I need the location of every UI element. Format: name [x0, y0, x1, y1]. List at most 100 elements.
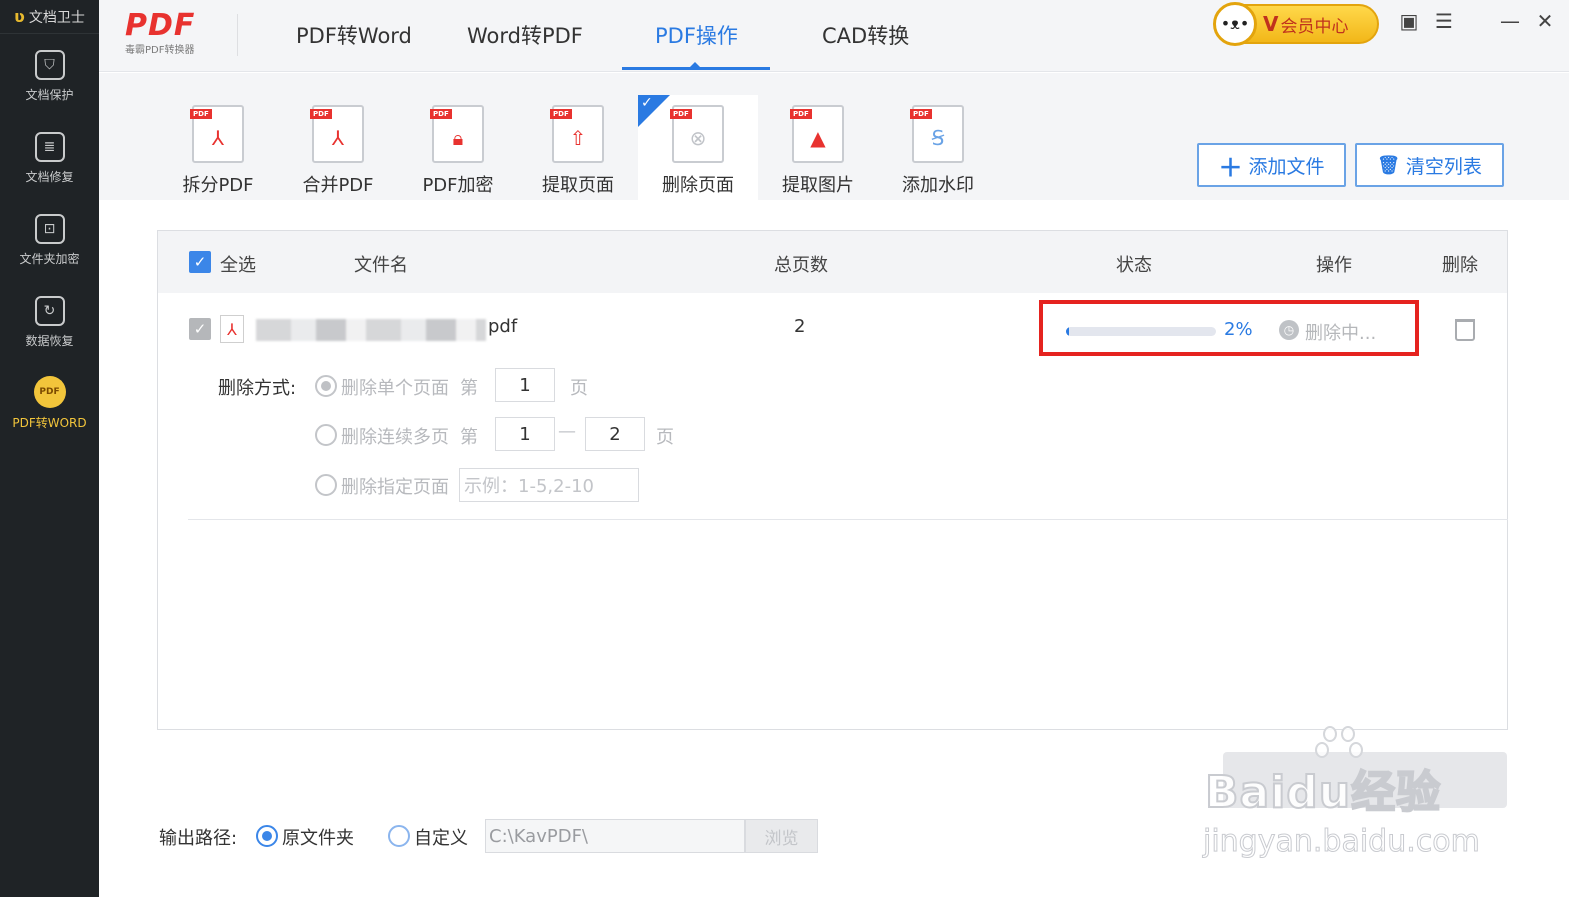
column-delete: 删除 [1442, 255, 1478, 276]
minimize-icon[interactable]: — [1497, 8, 1523, 34]
radio-delete-single[interactable] [315, 375, 337, 397]
delete-range-suffix: 页 [656, 427, 674, 448]
tool-label: 提取页面 [542, 175, 614, 196]
sidebar-brand: ʋ 文档卫士 [0, 0, 99, 34]
watermark-subtext: jingyan.baidu.com [1203, 824, 1481, 860]
sidebar-item-pdf-to-word[interactable]: PDF PDF转WORD [0, 376, 99, 431]
tab-pdf-operations[interactable]: PDF操作 [655, 20, 738, 50]
tool-encrypt-pdf[interactable]: PDF 🔒︎ PDF加密 [398, 95, 518, 200]
left-sidebar: ʋ 文档卫士 ⛉ 文档保护 ≣ 文档修复 ⊡ 文件夹加密 ↻ 数据恢复 PDF … [0, 0, 99, 897]
clear-list-button[interactable]: 🗑︎ 清空列表 [1355, 143, 1504, 187]
browse-button[interactable]: 浏览 [745, 819, 818, 853]
tool-label: 合并PDF [302, 175, 374, 196]
shield-icon: ⛉ [34, 50, 65, 80]
page-count: 2 [794, 316, 806, 337]
logo-subtitle: 毒霸PDF转换器 [125, 45, 195, 56]
split-pdf-icon: PDF ⅄ [190, 105, 244, 163]
tool-label: 拆分PDF [182, 175, 254, 196]
tool-label: 删除页面 [662, 175, 734, 196]
tool-merge-pdf[interactable]: PDF ⅄ 合并PDF [278, 95, 398, 200]
delete-specific-label: 删除指定页面 [341, 477, 449, 498]
progress-fill [1066, 327, 1069, 336]
sidebar-item-label: PDF转WORD [12, 416, 87, 430]
delete-range-label: 删除连续多页 [341, 427, 449, 448]
progress-percent: 2% [1224, 319, 1253, 340]
column-status: 状态 [1116, 255, 1152, 276]
filename-suffix: pdf [488, 316, 518, 337]
range-from-input[interactable]: 1 [495, 417, 555, 451]
sidebar-item-document-protection[interactable]: ⛉ 文档保护 [0, 50, 99, 103]
tool-label: 添加水印 [902, 175, 974, 196]
tool-split-pdf[interactable]: PDF ⅄ 拆分PDF [158, 95, 278, 200]
feedback-icon[interactable]: ☰ [1431, 8, 1457, 34]
sidebar-item-label: 文档保护 [25, 88, 74, 102]
sidebar-item-folder-encrypt[interactable]: ⊡ 文件夹加密 [0, 214, 99, 267]
range-to-input[interactable]: 2 [585, 417, 645, 451]
baidu-watermark: Baidu经验 jingyan.baidu.com [1195, 720, 1507, 865]
delete-single-label: 删除单个页面 [341, 378, 449, 399]
tab-word-to-pdf[interactable]: Word转PDF [467, 20, 583, 50]
close-icon[interactable]: ✕ [1532, 8, 1558, 34]
encrypt-pdf-icon: PDF 🔒︎ [430, 105, 484, 163]
clock-icon: ◷ [1279, 320, 1299, 340]
single-page-input[interactable]: 1 [495, 368, 555, 402]
vip-center-button[interactable]: •ᴥ• V 会员中心 [1213, 2, 1379, 46]
original-folder-label: 原文件夹 [282, 828, 354, 849]
column-pages: 总页数 [774, 255, 828, 276]
row-checkbox[interactable]: ✓ [189, 318, 211, 340]
plus-icon: ＋ [1218, 153, 1243, 182]
radio-delete-range[interactable] [315, 424, 337, 446]
radio-custom-folder[interactable] [388, 825, 410, 847]
delete-mode-label: 删除方式: [218, 378, 297, 399]
column-operation: 操作 [1316, 255, 1352, 276]
extract-pages-icon: PDF ⇧ [550, 105, 604, 163]
tool-add-watermark[interactable]: PDF Ꞩ 添加水印 [878, 95, 998, 200]
add-file-label: 添加文件 [1248, 155, 1325, 178]
mascot-avatar-icon: •ᴥ• [1213, 2, 1257, 46]
tool-extract-pages[interactable]: PDF ⇧ 提取页面 [518, 95, 638, 200]
delete-row-icon[interactable] [1455, 319, 1475, 341]
delete-range-prefix: 第 [460, 427, 478, 448]
column-filename: 文件名 [354, 255, 408, 276]
pdf-file-icon: ⅄ [220, 315, 244, 343]
brand-logo-icon: ʋ [14, 7, 25, 26]
tool-label: 提取图片 [782, 175, 854, 196]
vip-label: 会员中心 [1280, 16, 1349, 37]
radio-original-folder[interactable] [256, 825, 278, 847]
delete-single-suffix: 页 [570, 378, 588, 399]
clear-list-label: 清空列表 [1405, 155, 1482, 178]
document-repair-icon: ≣ [34, 132, 65, 162]
sidebar-item-label: 数据恢复 [25, 334, 74, 348]
app-logo: PDF 毒霸PDF转换器 [125, 8, 235, 56]
sidebar-item-document-repair[interactable]: ≣ 文档修复 [0, 132, 99, 185]
row-divider [188, 519, 1508, 520]
specific-pages-input[interactable]: 示例：1-5,2-10 [459, 468, 639, 502]
tool-extract-images[interactable]: PDF ▲ 提取图片 [758, 95, 878, 200]
sidebar-brand-label: 文档卫士 [28, 9, 85, 26]
add-file-button[interactable]: ＋ 添加文件 [1197, 143, 1346, 187]
select-all-label: 全选 [220, 255, 256, 276]
tool-label: PDF加密 [422, 175, 494, 196]
check-icon: ✓ [641, 95, 653, 111]
sidebar-item-label: 文件夹加密 [19, 252, 80, 266]
output-path-field[interactable]: C:\KavPDF\ [485, 819, 745, 853]
file-list-panel: ✓ 全选 文件名 总页数 状态 操作 删除 ✓ ⅄ pdf 2 2% ◷ 删除中… [157, 230, 1508, 730]
sidebar-item-data-recovery[interactable]: ↻ 数据恢复 [0, 296, 99, 349]
select-all-checkbox[interactable]: ✓ [189, 251, 211, 273]
progress-bar [1066, 327, 1216, 336]
data-recovery-icon: ↻ [34, 296, 65, 326]
radio-delete-specific[interactable] [315, 474, 337, 496]
active-tab-indicator [622, 67, 770, 70]
pdf-badge-icon: PDF [33, 376, 66, 408]
add-watermark-icon: PDF Ꞩ [910, 105, 964, 163]
trash-icon: 🗑︎ [1377, 154, 1400, 176]
folder-lock-icon: ⊡ [34, 214, 65, 244]
tab-cad-convert[interactable]: CAD转换 [822, 20, 909, 50]
delete-pages-icon: PDF ⊗ [670, 105, 724, 163]
skin-icon[interactable]: ▣ [1396, 8, 1422, 34]
extract-images-icon: PDF ▲ [790, 105, 844, 163]
tab-pdf-to-word[interactable]: PDF转Word [296, 20, 412, 50]
custom-folder-label: 自定义 [414, 828, 468, 849]
tool-delete-pages[interactable]: ✓ PDF ⊗ 删除页面 [638, 95, 758, 200]
vip-badge-icon: V [1263, 12, 1279, 36]
